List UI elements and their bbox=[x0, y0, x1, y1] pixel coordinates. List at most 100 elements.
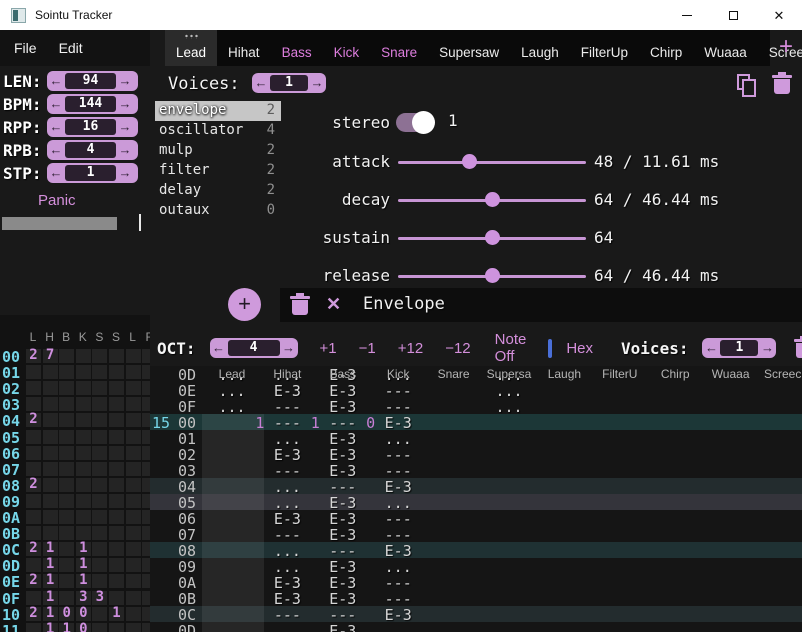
order-cell[interactable] bbox=[109, 526, 124, 540]
order-cell[interactable] bbox=[26, 446, 41, 460]
tab-chirp[interactable]: Chirp bbox=[639, 30, 693, 66]
order-cell[interactable] bbox=[92, 558, 107, 572]
order-cell[interactable] bbox=[59, 478, 74, 492]
transpose-button-minus1[interactable]: −1 bbox=[359, 340, 376, 357]
order-cell[interactable] bbox=[109, 413, 124, 427]
order-cell[interactable] bbox=[43, 446, 58, 460]
add-instrument-button[interactable]: + bbox=[774, 36, 798, 60]
order-cell[interactable] bbox=[109, 494, 124, 508]
tab-filterup[interactable]: FilterUp bbox=[570, 30, 639, 66]
tab-wuaaa[interactable]: Wuaaa bbox=[693, 30, 758, 66]
attack-slider-knob[interactable] bbox=[462, 154, 477, 169]
order-cell[interactable] bbox=[76, 446, 91, 460]
order-cell[interactable] bbox=[142, 430, 150, 444]
order-cell[interactable] bbox=[26, 526, 41, 540]
stepper-increase-icon[interactable]: → bbox=[116, 163, 134, 183]
order-cell[interactable] bbox=[59, 365, 74, 379]
octave-value[interactable]: 4 bbox=[228, 340, 280, 356]
order-cell[interactable] bbox=[126, 381, 141, 395]
order-cell[interactable] bbox=[92, 365, 107, 379]
note-off-button[interactable]: Note Off bbox=[495, 331, 527, 365]
note-cell[interactable]: --- bbox=[259, 606, 315, 624]
order-cell[interactable] bbox=[142, 558, 150, 572]
menu-edit[interactable]: Edit bbox=[59, 40, 83, 56]
order-cell[interactable] bbox=[92, 494, 107, 508]
order-cell[interactable] bbox=[142, 591, 150, 605]
order-cell[interactable] bbox=[142, 365, 150, 379]
order-cell[interactable] bbox=[59, 349, 74, 363]
panic-button[interactable]: Panic bbox=[38, 192, 76, 209]
order-cell[interactable] bbox=[43, 397, 58, 411]
attack-slider-track[interactable] bbox=[398, 161, 586, 164]
unit-row-oscillator[interactable]: oscillator4 bbox=[155, 121, 281, 141]
order-cell[interactable] bbox=[109, 623, 124, 632]
tab-lead[interactable]: Lead bbox=[165, 30, 217, 66]
song-param-value[interactable]: 4 bbox=[65, 142, 116, 158]
add-unit-button[interactable]: + bbox=[228, 288, 261, 321]
order-cell[interactable] bbox=[126, 542, 141, 556]
order-cell[interactable] bbox=[26, 591, 41, 605]
order-cell[interactable] bbox=[26, 397, 41, 411]
order-cell[interactable] bbox=[26, 494, 41, 508]
delete-instrument-icon[interactable] bbox=[774, 74, 790, 94]
order-cell[interactable] bbox=[59, 510, 74, 524]
copy-instrument-icon[interactable] bbox=[737, 74, 759, 98]
order-cell[interactable] bbox=[109, 478, 124, 492]
order-cell[interactable] bbox=[142, 542, 150, 556]
order-cell[interactable] bbox=[59, 446, 74, 460]
order-cell[interactable] bbox=[76, 349, 91, 363]
order-cell[interactable] bbox=[43, 413, 58, 427]
stepper-increase-icon[interactable]: → bbox=[308, 73, 326, 93]
order-cell[interactable] bbox=[76, 478, 91, 492]
order-cell[interactable] bbox=[26, 381, 41, 395]
order-cell[interactable] bbox=[43, 430, 58, 444]
stepper-decrease-icon[interactable]: ← bbox=[47, 163, 65, 183]
order-cell[interactable] bbox=[126, 526, 141, 540]
track-voices-decrease-icon[interactable]: ← bbox=[702, 338, 720, 358]
order-cell[interactable] bbox=[142, 478, 150, 492]
order-cell[interactable] bbox=[92, 623, 107, 632]
order-cell[interactable] bbox=[142, 397, 150, 411]
stepper-increase-icon[interactable]: → bbox=[116, 94, 134, 114]
order-cell[interactable] bbox=[92, 397, 107, 411]
order-cell[interactable] bbox=[109, 558, 124, 572]
stereo-toggle[interactable] bbox=[396, 113, 433, 132]
decay-slider-knob[interactable] bbox=[485, 192, 500, 207]
tab-bass[interactable]: Bass bbox=[271, 30, 323, 66]
song-param-value[interactable]: 1 bbox=[65, 165, 116, 181]
hex-checkbox[interactable] bbox=[548, 339, 552, 358]
order-cell[interactable] bbox=[43, 478, 58, 492]
order-cell[interactable] bbox=[59, 494, 74, 508]
minimize-button[interactable] bbox=[664, 0, 710, 30]
unit-row-outaux[interactable]: outaux0 bbox=[155, 201, 281, 221]
order-cell[interactable] bbox=[126, 430, 141, 444]
order-cell[interactable] bbox=[76, 494, 91, 508]
close-button[interactable]: ✕ bbox=[756, 0, 802, 30]
order-cell[interactable] bbox=[92, 542, 107, 556]
stepper-decrease-icon[interactable]: ← bbox=[252, 73, 270, 93]
order-cell[interactable] bbox=[109, 591, 124, 605]
order-cell[interactable] bbox=[126, 607, 141, 621]
order-cell[interactable] bbox=[142, 526, 150, 540]
order-cell[interactable] bbox=[142, 494, 150, 508]
tab-supersaw[interactable]: Supersaw bbox=[428, 30, 510, 66]
order-cell[interactable] bbox=[126, 558, 141, 572]
song-param-value[interactable]: 94 bbox=[65, 73, 116, 89]
order-cell[interactable] bbox=[26, 510, 41, 524]
order-cell[interactable] bbox=[142, 607, 150, 621]
note-cell[interactable]: ... bbox=[481, 398, 537, 416]
order-cell[interactable] bbox=[126, 623, 141, 632]
order-cell[interactable] bbox=[126, 413, 141, 427]
order-cell[interactable] bbox=[43, 381, 58, 395]
order-cell[interactable] bbox=[59, 574, 74, 588]
order-cell[interactable] bbox=[59, 526, 74, 540]
order-cell[interactable] bbox=[126, 397, 141, 411]
song-progress-bar[interactable] bbox=[2, 217, 117, 230]
order-cell[interactable] bbox=[92, 574, 107, 588]
transpose-button-plus1[interactable]: +1 bbox=[320, 340, 337, 357]
order-cell[interactable] bbox=[142, 462, 150, 476]
order-cell[interactable] bbox=[26, 365, 41, 379]
track-voices-increase-icon[interactable]: → bbox=[758, 338, 776, 358]
order-cell[interactable] bbox=[76, 510, 91, 524]
order-cell[interactable] bbox=[126, 510, 141, 524]
